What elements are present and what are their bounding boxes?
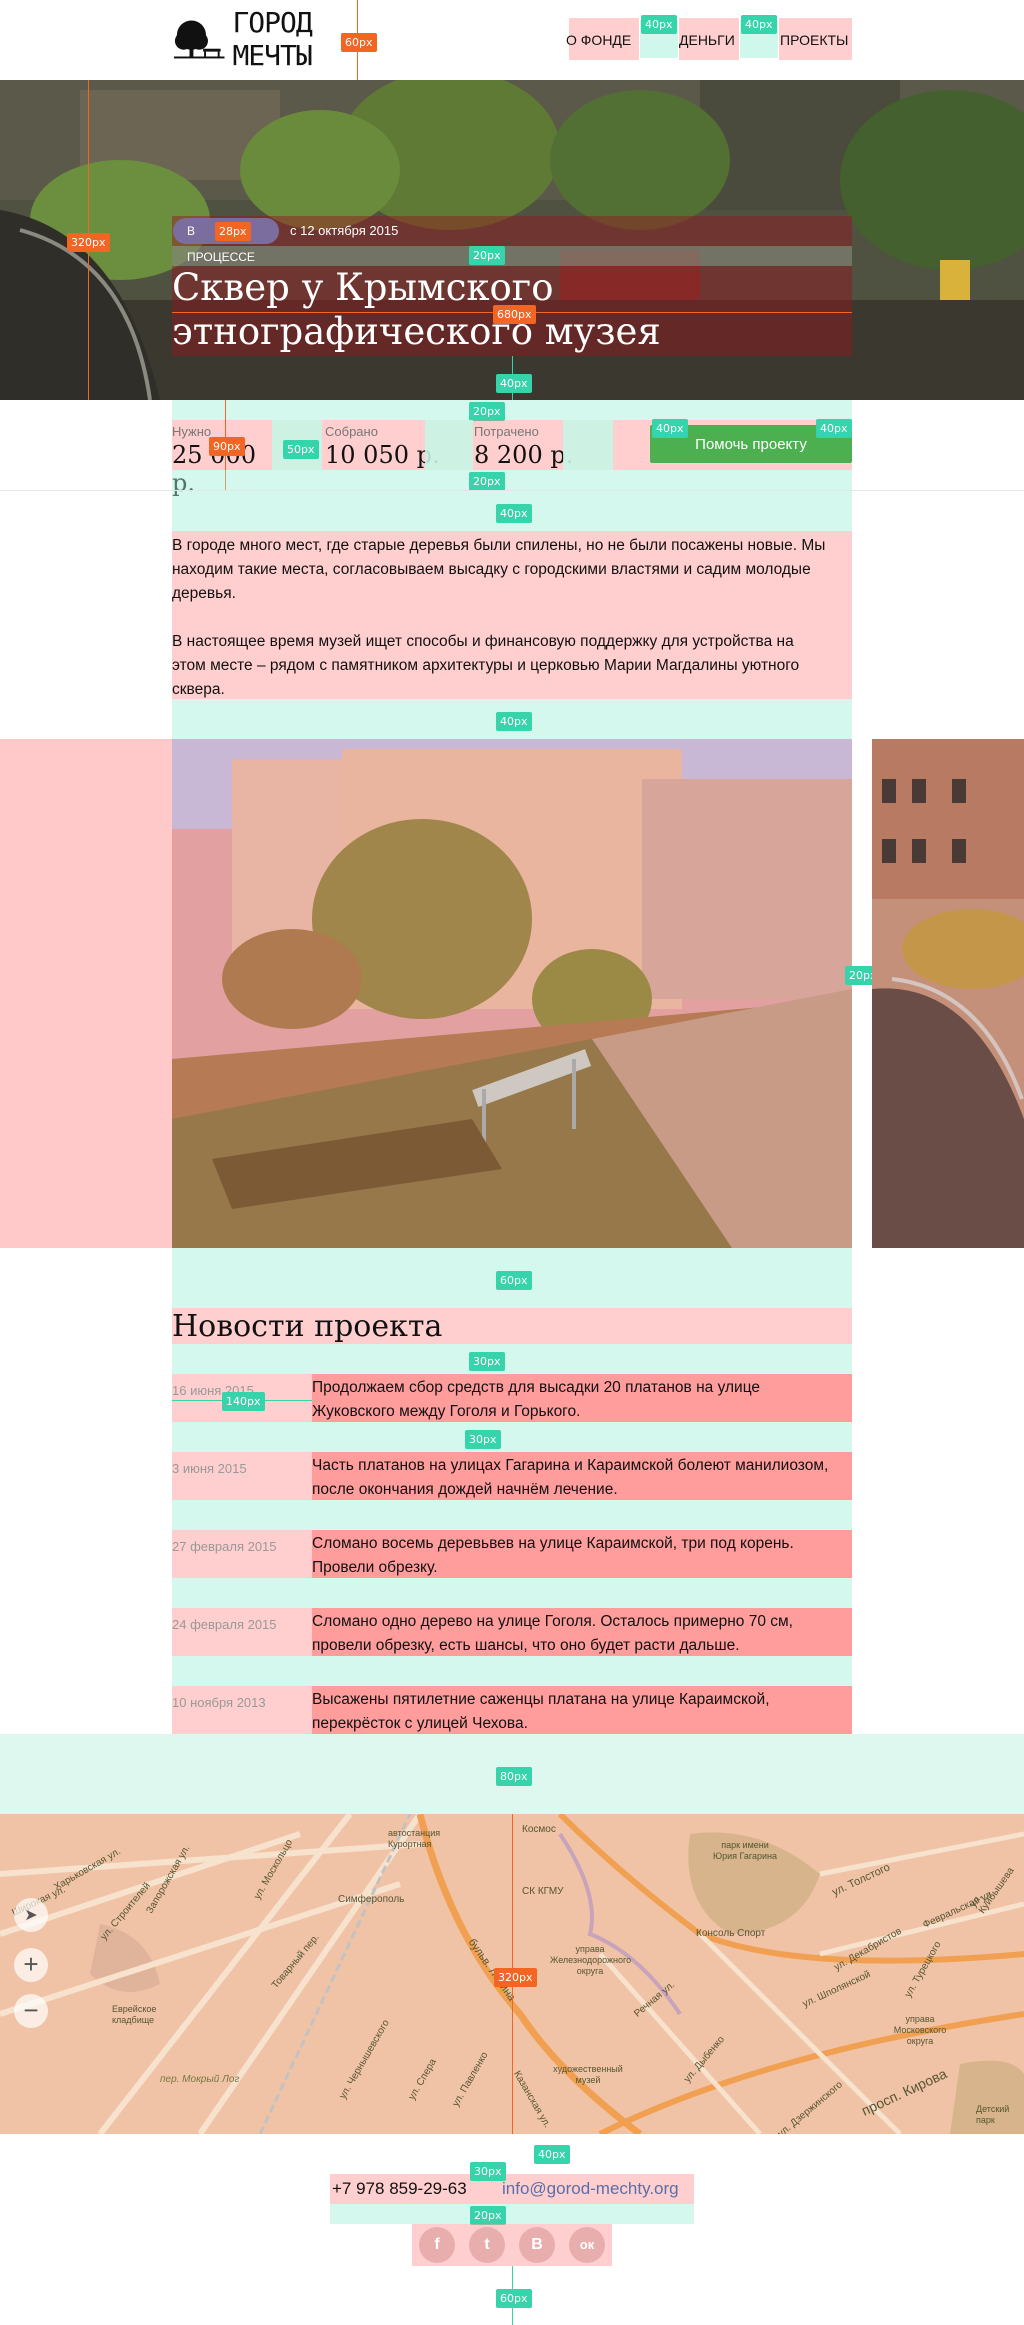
news-link[interactable]: Сломано восемь деревьвев на улице Караим… (312, 1532, 832, 1580)
spec-label: 20px (470, 2206, 506, 2225)
news-gap (172, 1656, 852, 1686)
spec-label: 680px (493, 305, 536, 324)
header (0, 0, 1024, 80)
spec-label: 50px (283, 440, 319, 459)
footer-phone[interactable]: +7 978 859-29-63 (332, 2179, 467, 2199)
spec-label: 140px (222, 1392, 265, 1411)
stats-gap-2 (425, 420, 473, 470)
nav-about[interactable]: О фонде (566, 32, 631, 48)
map-label: управа Железнодорожного округа (550, 1944, 632, 1976)
spec-label: 40px (641, 15, 677, 34)
zoom-in-button[interactable]: + (14, 1948, 48, 1982)
vk-icon[interactable]: B (519, 2227, 555, 2263)
map-label: Еврейское кладбище (112, 2004, 157, 2025)
garden-photo (172, 739, 852, 1248)
spec-label: 40px (496, 504, 532, 523)
bridge-photo (872, 739, 1024, 1248)
spec-label: 30px (469, 1352, 505, 1371)
spec-label: 60px (496, 2289, 532, 2308)
spec-label: 40px (816, 419, 852, 438)
spec-label: 80px (496, 1767, 532, 1786)
list-item: 3 июня 2015 Часть платанов на улицах Гаг… (172, 1452, 852, 1500)
map-label: Консоль Спорт (696, 1928, 766, 1939)
news-date: 27 февраля 2015 (172, 1539, 277, 1554)
news-date: 3 июня 2015 (172, 1461, 247, 1476)
twitter-icon[interactable]: t (469, 2227, 505, 2263)
spec-label: 60px (341, 33, 377, 52)
map-label: управа Московского округа (893, 2014, 947, 2046)
spec-label: 40px (534, 2145, 570, 2164)
description-paragraph-2: В настоящее время музей ищет способы и ф… (172, 633, 800, 698)
logo-text: Город мечты (232, 6, 312, 72)
stats-gap-bottom (172, 470, 852, 490)
spec-label: 20px (469, 246, 505, 265)
map-label: пер. Мокрый Лог (160, 2074, 240, 2085)
news-link[interactable]: Продолжаем сбор средств для высадки 20 п… (312, 1376, 832, 1424)
list-item: 24 февраля 2015 Сломано одно дерево на у… (172, 1608, 852, 1656)
spec-label: 28px (215, 222, 251, 241)
stats-gap-3 (563, 420, 613, 470)
spec-label: 320px (494, 1968, 537, 1987)
news-gap (172, 1500, 852, 1530)
footer-gap-top (330, 2134, 694, 2174)
news-date: 24 февраля 2015 (172, 1617, 277, 1632)
stats-gap-top (172, 400, 852, 420)
news-gap (172, 1578, 852, 1608)
news-link[interactable]: Высажены пятилетние саженцы платана на у… (312, 1688, 832, 1736)
spec-label: 20px (469, 472, 505, 491)
footer-email[interactable]: info@gorod-mechty.org (502, 2179, 679, 2199)
spec-label: 40px (652, 419, 688, 438)
map-label: Детский парк (976, 2104, 1010, 2125)
map-label: парк имени Юрия Гагарина (713, 1840, 777, 1861)
page-title-line1: Сквер у Крымского (172, 266, 554, 309)
spec-label: 90px (209, 437, 245, 456)
map-label: Симферополь (338, 1894, 405, 1905)
list-item: 27 февраля 2015 Сломано восемь деревьвев… (172, 1530, 852, 1578)
news-link[interactable]: Сломано одно дерево на улице Гоголя. Ост… (312, 1610, 832, 1658)
footer-socials: f t B ок (412, 2224, 612, 2266)
news-gap (172, 1422, 852, 1452)
footer-gap-mid (330, 2204, 694, 2224)
gallery-next-image (872, 739, 1024, 1248)
gallery-main-image (172, 739, 852, 1248)
spec-label: 320px (67, 233, 110, 252)
spec-label: 40px (496, 712, 532, 731)
spec-label: 30px (465, 1430, 501, 1449)
spec-label: 40px (496, 374, 532, 393)
news-gap (172, 1344, 852, 1374)
hero-date: с 12 октября 2015 (290, 223, 399, 238)
location-button[interactable]: ➤ (14, 1898, 48, 1932)
map-label: художественный музей (553, 2064, 623, 2085)
odnoklassniki-icon[interactable]: ок (569, 2227, 605, 2263)
map-label: Космос (522, 1824, 556, 1835)
nav-projects[interactable]: Проекты (780, 32, 848, 48)
spec-label: 20px (469, 402, 505, 421)
gallery-gap (852, 739, 872, 1248)
news-date: 10 ноября 2013 (172, 1695, 266, 1710)
nav-money[interactable]: Деньги (679, 32, 735, 48)
spec-label: 30px (470, 2162, 506, 2181)
description-paragraph-1: В городе много мест, где старые деревья … (172, 537, 826, 602)
news-title: Новости проекта (172, 1309, 443, 1344)
hero-overlay-mint (172, 246, 852, 266)
map-label: СК КГМУ (522, 1886, 564, 1897)
map-label: автостанция Курортная (388, 1828, 441, 1849)
list-item: 10 ноября 2013 Высажены пятилетние сажен… (172, 1686, 852, 1734)
gallery-left-spacer (0, 739, 172, 1248)
list-item: 16 июня 2015 Продолжаем сбор средств для… (172, 1374, 852, 1422)
tree-bench-icon (173, 20, 225, 59)
zoom-out-button[interactable]: − (14, 1994, 48, 2028)
news-link[interactable]: Часть платанов на улицах Гагарина и Кара… (312, 1454, 832, 1502)
spec-label: 60px (496, 1271, 532, 1290)
facebook-icon[interactable]: f (419, 2227, 455, 2263)
spec-label: 40px (741, 15, 777, 34)
